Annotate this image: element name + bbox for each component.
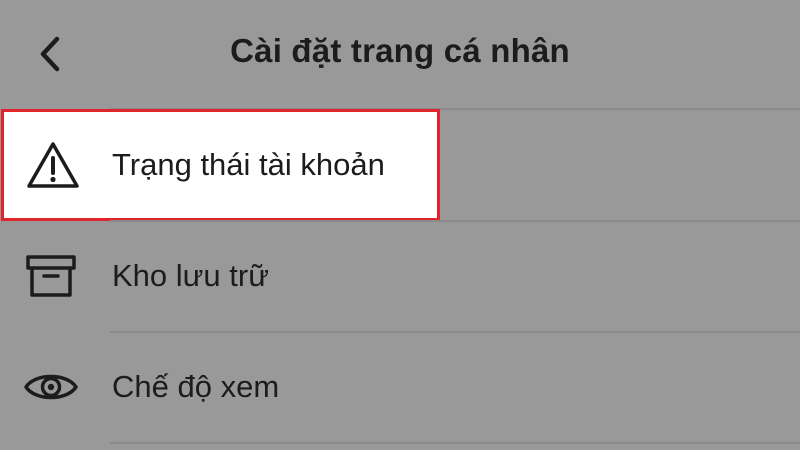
menu-item-archive[interactable]: Kho lưu trữ	[0, 222, 800, 330]
menu-item-label: Kho lưu trữ	[112, 258, 269, 293]
menu-item-label: Chế độ xem	[112, 369, 280, 404]
menu-item-label: Trạng thái tài khoản	[112, 147, 385, 182]
menu-item-account-status[interactable]: Trạng thái tài khoản	[1, 109, 440, 221]
header: Cài đặt trang cá nhân	[0, 0, 800, 108]
profile-settings-screen: Cài đặt trang cá nhân Trạng thái tài kho…	[0, 0, 800, 450]
warning-triangle-icon	[24, 136, 82, 194]
eye-icon	[22, 358, 80, 416]
divider	[110, 442, 800, 444]
archive-box-icon	[22, 247, 80, 305]
menu-item-view-mode[interactable]: Chế độ xem	[0, 333, 800, 441]
page-title: Cài đặt trang cá nhân	[230, 32, 570, 69]
